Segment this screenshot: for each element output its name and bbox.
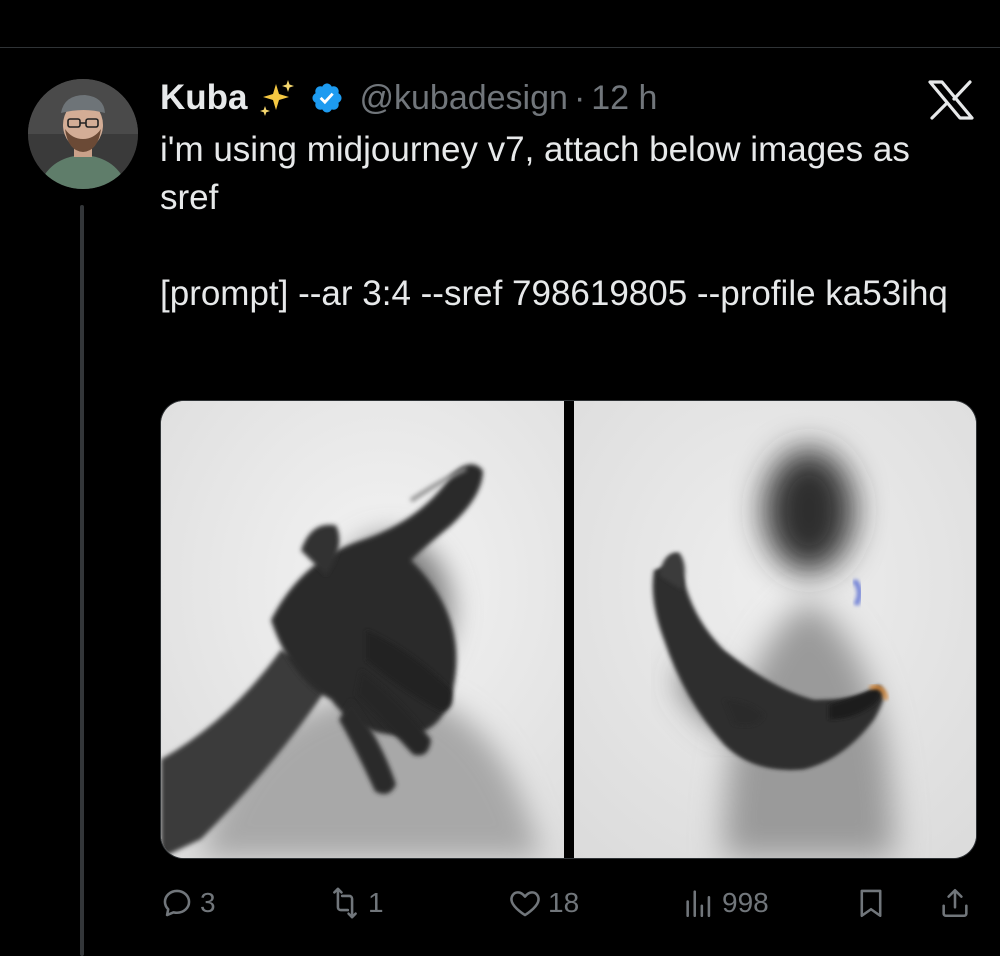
like-button[interactable]: 18 (508, 880, 579, 926)
views-button[interactable]: 998 (682, 880, 769, 926)
reply-count: 3 (200, 887, 216, 918)
separator-dot: · (573, 78, 586, 117)
tweet-text-line: [prompt] --ar 3:4 --sref 798619805 --pro… (160, 274, 948, 313)
tweet-text-line: i'm using midjourney v7, attach below im… (160, 130, 910, 217)
like-count: 18 (548, 887, 580, 918)
view-count: 998 (722, 887, 769, 918)
reply-button[interactable]: 3 (160, 880, 216, 926)
avatar[interactable] (28, 79, 138, 189)
tweet-header: Kuba @kubadesign · 12 h (160, 76, 657, 120)
top-divider (0, 47, 1000, 48)
media-image-reaching-hand[interactable] (161, 401, 564, 858)
thread-line (80, 205, 84, 956)
tweet-text: i'm using midjourney v7, attach below im… (160, 126, 970, 318)
x-logo-icon (928, 80, 974, 120)
reply-icon (163, 889, 191, 917)
bookmark-button[interactable] (854, 880, 888, 926)
handle[interactable]: @kubadesign (360, 79, 568, 118)
repost-icon (333, 887, 357, 919)
sparkles-icon (256, 78, 296, 118)
avatar-image (28, 79, 138, 189)
bookmark-icon (860, 889, 882, 918)
repost-button[interactable]: 1 (328, 880, 384, 926)
action-bar: 3 1 18 998 (160, 880, 980, 926)
timestamp[interactable]: 12 h (591, 79, 657, 118)
media-grid (160, 400, 977, 859)
share-button[interactable] (938, 880, 972, 926)
repost-count: 1 (368, 887, 384, 918)
display-name[interactable]: Kuba (160, 78, 248, 118)
views-bar-chart-icon (686, 890, 711, 918)
heart-icon (510, 891, 540, 917)
media-image-frosted-glass-hand[interactable] (574, 401, 976, 858)
share-icon (942, 888, 968, 918)
verified-badge-icon[interactable] (310, 81, 344, 115)
